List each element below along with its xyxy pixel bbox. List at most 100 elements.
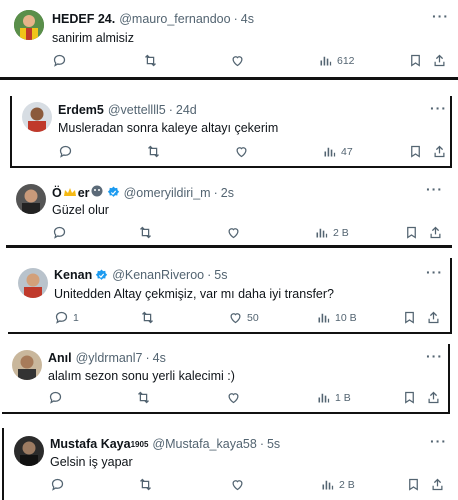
display-name[interactable]: Kenan xyxy=(54,268,92,282)
avatar[interactable] xyxy=(14,436,44,466)
bookmark-button[interactable] xyxy=(402,390,417,405)
retweet-button[interactable] xyxy=(138,225,153,240)
reply-button[interactable] xyxy=(50,477,69,492)
timestamp[interactable]: 5s xyxy=(267,437,280,451)
user-handle[interactable]: @KenanRiveroo xyxy=(112,268,204,282)
tweet-card[interactable]: Mustafa Kaya 1905 @Mustafa_kaya58 · 5s ·… xyxy=(2,428,454,500)
bookmark-button[interactable] xyxy=(408,144,423,159)
views-button[interactable]: 47 xyxy=(322,144,353,159)
user-handle[interactable]: @Mustafa_kaya58 xyxy=(152,437,256,451)
share-button[interactable] xyxy=(430,477,445,492)
avatar[interactable] xyxy=(22,102,52,132)
views-icon xyxy=(316,228,328,238)
action-bar: 1 B xyxy=(48,390,444,408)
tweet-header: Kenan @KenanRiveroo · 5s xyxy=(54,268,228,282)
timestamp[interactable]: 24d xyxy=(176,103,197,117)
more-options-icon[interactable]: ··· xyxy=(432,8,449,24)
avatar[interactable] xyxy=(16,184,46,214)
tweet-text: sanirim almisiz xyxy=(52,31,134,45)
views-button[interactable]: 612 xyxy=(318,53,355,68)
user-handle[interactable]: @yldrmanl7 xyxy=(76,351,143,365)
tweet-text: Güzel olur xyxy=(52,203,109,217)
avatar[interactable] xyxy=(18,268,48,298)
user-handle[interactable]: @mauro_fernandoo xyxy=(119,12,230,26)
share-icon xyxy=(430,226,441,239)
display-name[interactable]: Anıl xyxy=(48,351,72,365)
reply-button[interactable]: 1 xyxy=(54,310,79,325)
avatar[interactable] xyxy=(14,10,44,40)
separator: · xyxy=(233,12,238,26)
tweet-card[interactable]: HEDEF 24. @mauro_fernandoo · 4s ··· sani… xyxy=(0,0,458,82)
heart-icon xyxy=(232,56,243,67)
retweet-button[interactable] xyxy=(146,144,161,159)
separator: · xyxy=(168,103,173,117)
display-name[interactable]: HEDEF 24. xyxy=(52,12,115,26)
share-icon xyxy=(432,478,443,491)
display-name[interactable]: Erdem5 xyxy=(58,103,104,117)
tweet-card[interactable]: Anıl @yldrmanl7 · 4s ··· alalım sezon so… xyxy=(2,344,450,414)
like-button[interactable]: 50 xyxy=(228,310,259,325)
separator: · xyxy=(207,268,212,282)
separator: · xyxy=(145,351,150,365)
display-name[interactable]: Ö xyxy=(52,186,62,200)
view-count: 10 B xyxy=(335,311,357,324)
views-icon xyxy=(318,313,330,323)
reply-button[interactable] xyxy=(52,53,71,68)
reply-button[interactable] xyxy=(52,225,71,240)
bookmark-button[interactable] xyxy=(406,477,421,492)
views-button[interactable]: 2 B xyxy=(314,225,349,240)
share-button[interactable] xyxy=(428,225,443,240)
share-button[interactable] xyxy=(426,310,441,325)
views-button[interactable]: 10 B xyxy=(316,310,357,325)
reply-button[interactable] xyxy=(48,390,67,405)
reply-button[interactable] xyxy=(58,144,77,159)
tweet-text: Unitedden Altay çekmişiz, var mı daha iy… xyxy=(54,287,334,301)
share-button[interactable] xyxy=(426,390,441,405)
share-button[interactable] xyxy=(432,53,447,68)
share-icon xyxy=(428,391,439,404)
reply-icon xyxy=(53,226,66,239)
crown-emoji-icon xyxy=(63,186,77,200)
retweet-button[interactable] xyxy=(136,390,151,405)
avatar[interactable] xyxy=(12,350,42,380)
views-button[interactable]: 2 B xyxy=(320,477,355,492)
more-options-icon[interactable]: ··· xyxy=(426,264,443,280)
bookmark-button[interactable] xyxy=(402,310,417,325)
share-button[interactable] xyxy=(432,144,447,159)
like-button[interactable] xyxy=(230,477,249,492)
views-button[interactable]: 1 B xyxy=(316,390,351,405)
bookmark-button[interactable] xyxy=(404,225,419,240)
bookmark-button[interactable] xyxy=(408,53,423,68)
like-button[interactable] xyxy=(230,53,249,68)
more-options-icon[interactable]: ··· xyxy=(430,100,447,116)
heart-icon xyxy=(228,393,239,404)
action-bar: 2 B xyxy=(50,477,448,495)
timestamp[interactable]: 4s xyxy=(153,351,166,365)
tweet-card[interactable]: Kenan @KenanRiveroo · 5s ··· Unitedden A… xyxy=(8,258,452,334)
user-handle[interactable]: @vettellll5 xyxy=(108,103,166,117)
retweet-button[interactable] xyxy=(143,53,158,68)
action-bar: 1 50 10 B xyxy=(54,310,446,328)
like-button[interactable] xyxy=(226,390,245,405)
user-handle[interactable]: @omeryildiri_m xyxy=(124,186,211,200)
action-bar: 2 B xyxy=(52,225,447,243)
retweet-button[interactable] xyxy=(140,310,155,325)
timestamp[interactable]: 4s xyxy=(241,12,254,26)
timestamp[interactable]: 5s xyxy=(214,268,227,282)
more-options-icon[interactable]: ··· xyxy=(426,181,443,197)
separator: · xyxy=(259,437,264,451)
tweet-card[interactable]: Ö er @omeryildiri_m · 2s ··· Güzel olur … xyxy=(6,176,452,248)
retweet-icon xyxy=(138,391,149,404)
retweet-button[interactable] xyxy=(138,477,153,492)
display-name[interactable]: Mustafa Kaya xyxy=(50,437,131,451)
more-options-icon[interactable]: ··· xyxy=(426,348,443,364)
timestamp[interactable]: 2s xyxy=(221,186,234,200)
tweet-card[interactable]: Erdem5 @vettellll5 · 24d ··· Musleradan … xyxy=(10,96,452,168)
display-name-suffix[interactable]: er xyxy=(78,186,90,200)
view-count: 2 B xyxy=(333,226,349,239)
more-options-icon[interactable]: ··· xyxy=(430,433,447,449)
like-button[interactable] xyxy=(234,144,253,159)
like-button[interactable] xyxy=(226,225,245,240)
face-emoji-icon xyxy=(91,185,103,200)
bookmark-icon xyxy=(411,54,420,67)
